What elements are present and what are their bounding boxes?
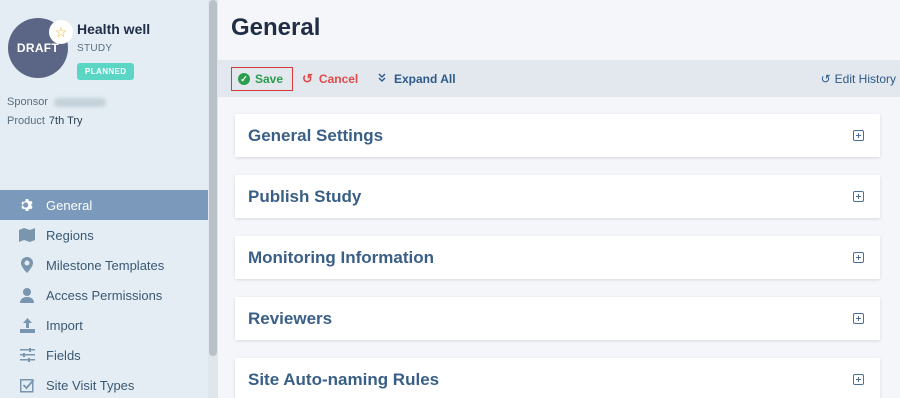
product-row: Product 7th Try — [7, 115, 83, 127]
sidebar-item-label: General — [46, 197, 93, 213]
pin-icon — [18, 256, 36, 274]
panel-general-settings[interactable]: General Settings — [235, 114, 880, 157]
expand-plus-icon[interactable] — [853, 374, 864, 385]
sponsor-value-redacted — [53, 97, 106, 107]
save-button[interactable]: ✓ Save — [231, 67, 293, 91]
check-circle-icon: ✓ — [238, 73, 250, 85]
sidebar-item-label: Regions — [46, 227, 94, 243]
page-title: General — [231, 14, 321, 41]
cancel-label: Cancel — [318, 72, 359, 86]
star-icon[interactable]: ☆ — [49, 20, 73, 44]
sliders-icon — [18, 346, 36, 364]
status-badge: PLANNED — [77, 63, 135, 80]
sidebar-nav: General Regions Milestone Templates Acce… — [0, 190, 208, 398]
sidebar: DRAFT ☆ Health well STUDY PLANNED Sponso… — [0, 0, 218, 398]
expand-all-button[interactable]: Expand All — [378, 67, 456, 91]
panel-site-auto-naming-rules[interactable]: Site Auto-naming Rules — [235, 358, 880, 398]
sidebar-item-label: Access Permissions — [46, 287, 163, 303]
gear-icon — [18, 196, 36, 214]
study-name: Health well — [77, 21, 151, 37]
sidebar-item-regions[interactable]: Regions — [0, 220, 208, 250]
upload-icon — [18, 316, 36, 334]
double-chevron-down-icon — [378, 73, 386, 85]
panel-monitoring-information[interactable]: Monitoring Information — [235, 236, 880, 279]
toolbar: ✓ Save ↺ Cancel Expand All ↺ Edit Histor… — [218, 60, 900, 97]
sidebar-item-general[interactable]: General — [0, 190, 208, 220]
sidebar-item-fields[interactable]: Fields — [0, 340, 208, 370]
panel-title: Monitoring Information — [248, 247, 435, 267]
panel-reviewers[interactable]: Reviewers — [235, 297, 880, 340]
sponsor-row: Sponsor — [7, 96, 106, 108]
edit-history-label: Edit History — [834, 72, 896, 86]
undo-icon: ↺ — [302, 71, 313, 86]
study-type: STUDY — [77, 43, 113, 54]
sidebar-item-import[interactable]: Import — [0, 310, 208, 340]
panel-title: Site Auto-naming Rules — [248, 369, 440, 389]
sidebar-item-label: Site Visit Types — [46, 377, 135, 393]
expand-all-label: Expand All — [394, 72, 456, 86]
sidebar-scrollbar-thumb[interactable] — [209, 0, 217, 356]
panel-title: Publish Study — [248, 186, 362, 206]
panel-title: General Settings — [248, 125, 384, 145]
product-label: Product — [7, 115, 45, 127]
sidebar-item-site-visit-types[interactable]: Site Visit Types — [0, 370, 208, 398]
main-content: General ✓ Save ↺ Cancel Expand All ↺ Edi… — [218, 0, 900, 398]
panel-title: Reviewers — [248, 308, 333, 328]
expand-plus-icon[interactable] — [853, 252, 864, 263]
expand-plus-icon[interactable] — [853, 313, 864, 324]
cancel-button[interactable]: ↺ Cancel — [302, 67, 358, 91]
history-icon: ↺ — [820, 72, 831, 86]
map-icon — [18, 226, 36, 244]
edit-history-button[interactable]: ↺ Edit History — [821, 67, 896, 91]
expand-plus-icon[interactable] — [853, 130, 864, 141]
sidebar-scrollbar[interactable] — [208, 0, 218, 398]
sidebar-item-milestone-templates[interactable]: Milestone Templates — [0, 250, 208, 280]
save-label: Save — [255, 72, 284, 86]
expand-plus-icon[interactable] — [853, 191, 864, 202]
sponsor-label: Sponsor — [7, 96, 48, 108]
sidebar-item-label: Fields — [46, 347, 81, 363]
checkbox-icon — [18, 376, 36, 394]
product-value: 7th Try — [48, 115, 83, 127]
sidebar-item-access-permissions[interactable]: Access Permissions — [0, 280, 208, 310]
panel-publish-study[interactable]: Publish Study — [235, 175, 880, 218]
sidebar-item-label: Import — [46, 317, 83, 333]
sidebar-item-label: Milestone Templates — [46, 257, 165, 273]
user-icon — [18, 286, 36, 304]
